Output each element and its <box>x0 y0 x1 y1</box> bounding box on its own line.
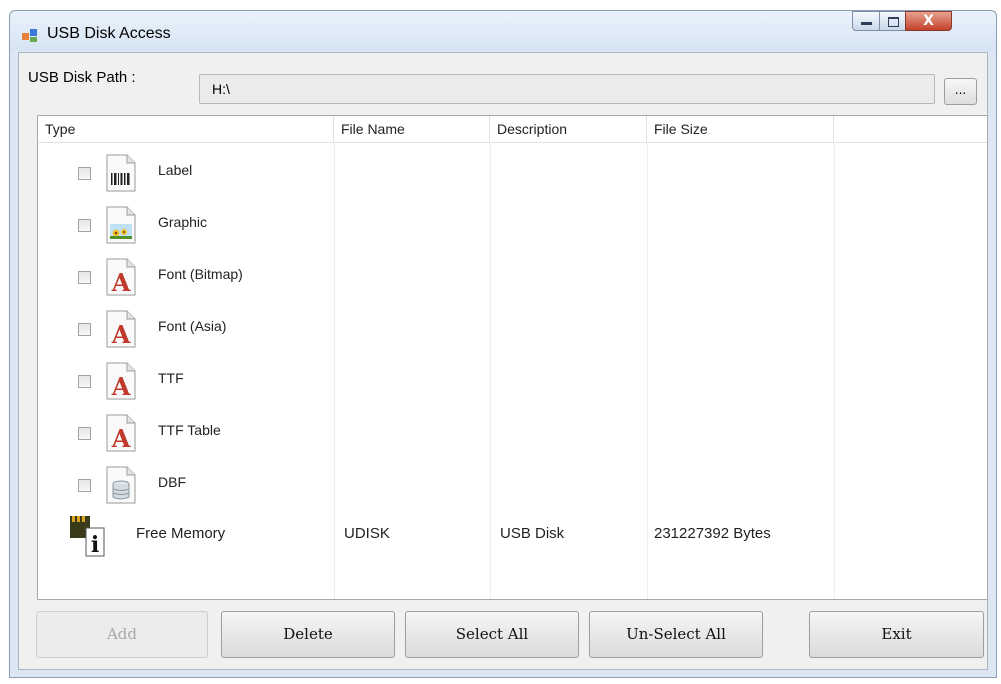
memory-info-icon: i <box>70 516 105 558</box>
svg-text:i: i <box>91 532 99 558</box>
list-item-free-memory[interactable]: i Free Memory UDISK USB Disk 231227392 B… <box>38 510 987 562</box>
label-file-icon <box>106 154 136 192</box>
free-memory-file-name: UDISK <box>344 525 390 542</box>
ttf-table-type-label: TTF Table <box>158 422 221 438</box>
label-type-label: Label <box>158 162 193 178</box>
font-file-icon: A <box>106 362 136 400</box>
minimize-button[interactable] <box>852 11 880 31</box>
list-item-ttf-table[interactable]: A TTF Table <box>38 408 987 460</box>
list-item-dbf[interactable]: DBF <box>38 460 987 512</box>
database-file-icon <box>106 466 136 504</box>
title-bar[interactable]: USB Disk Access X <box>10 11 996 51</box>
exit-button[interactable]: Exit <box>809 611 984 658</box>
close-button[interactable]: X <box>905 11 952 31</box>
font-bitmap-type-label: Font (Bitmap) <box>158 266 243 282</box>
minimize-icon <box>861 22 872 25</box>
svg-text:A: A <box>111 268 131 296</box>
list-item-ttf[interactable]: A TTF <box>38 356 987 408</box>
list-item-label[interactable]: Label <box>38 148 987 200</box>
dbf-checkbox[interactable] <box>78 479 91 492</box>
font-file-icon: A <box>106 258 136 296</box>
free-memory-description: USB Disk <box>500 525 565 542</box>
add-button[interactable]: Add <box>36 611 208 658</box>
column-header-type[interactable]: Type <box>38 116 334 142</box>
font-asia-checkbox[interactable] <box>78 323 91 336</box>
graphic-checkbox[interactable] <box>78 219 91 232</box>
font-bitmap-checkbox[interactable] <box>78 271 91 284</box>
usb-disk-path-field[interactable]: H:\ <box>199 74 935 104</box>
svg-text:A: A <box>111 424 131 452</box>
unselect-all-button[interactable]: Un-Select All <box>589 611 763 658</box>
list-header: Type File Name Description File Size <box>38 116 987 143</box>
delete-button[interactable]: Delete <box>221 611 395 658</box>
svg-text:A: A <box>111 372 131 400</box>
graphic-type-label: Graphic <box>158 214 208 230</box>
maximize-icon <box>888 17 899 27</box>
list-item-font-bitmap[interactable]: A Font (Bitmap) <box>38 252 987 304</box>
free-memory-file-size: 231227392 Bytes <box>654 525 771 542</box>
list-item-font-asia[interactable]: A Font (Asia) <box>38 304 987 356</box>
font-file-icon: A <box>106 310 136 348</box>
close-icon: X <box>923 13 934 29</box>
column-header-description[interactable]: Description <box>490 116 647 142</box>
ttf-table-checkbox[interactable] <box>78 427 91 440</box>
app-icon <box>22 29 37 42</box>
column-header-file-size[interactable]: File Size <box>647 116 834 142</box>
select-all-button[interactable]: Select All <box>405 611 579 658</box>
usb-disk-path-label: USB Disk Path : <box>28 69 136 86</box>
window-title: USB Disk Access <box>47 25 171 42</box>
maximize-button[interactable] <box>879 11 906 31</box>
font-asia-type-label: Font (Asia) <box>158 318 227 334</box>
ttf-type-label: TTF <box>158 370 184 386</box>
font-file-icon: A <box>106 414 136 452</box>
graphic-file-icon <box>106 206 136 244</box>
browse-button[interactable]: ... <box>944 78 977 105</box>
column-header-file-name[interactable]: File Name <box>334 116 490 142</box>
svg-text:A: A <box>111 320 131 348</box>
label-checkbox[interactable] <box>78 167 91 180</box>
dbf-type-label: DBF <box>158 474 186 490</box>
list-item-graphic[interactable]: Graphic <box>38 200 987 252</box>
free-memory-label: Free Memory <box>136 525 226 542</box>
file-list[interactable]: Type File Name Description File Size Lab… <box>37 115 988 600</box>
ttf-checkbox[interactable] <box>78 375 91 388</box>
